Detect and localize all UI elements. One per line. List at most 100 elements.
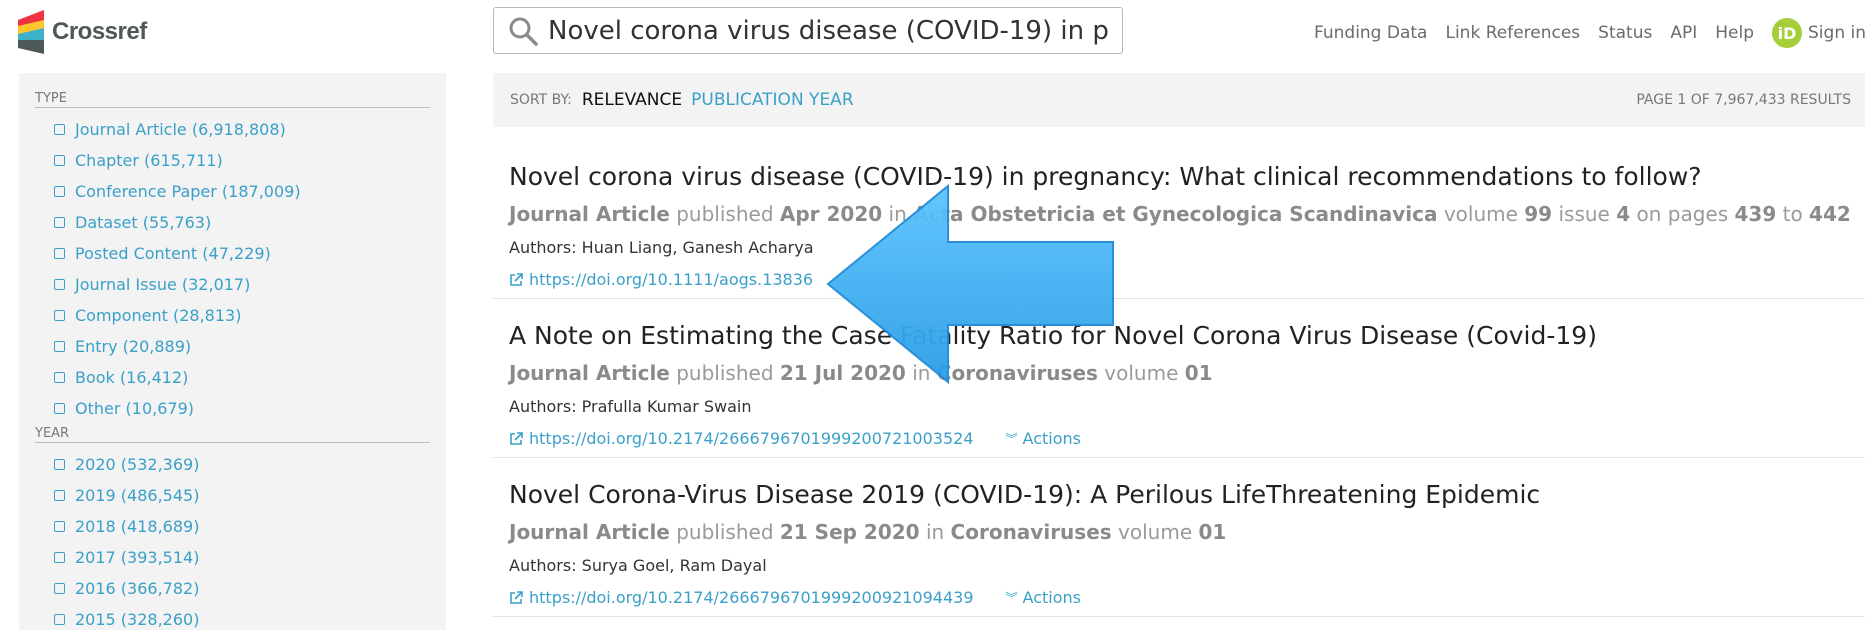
result-volume: 01: [1198, 520, 1227, 544]
result-issue: 4: [1616, 202, 1631, 226]
nav-link-funding-data[interactable]: Funding Data: [1314, 23, 1427, 43]
meta-word: volume: [1104, 361, 1179, 385]
facet-item-other[interactable]: Other (10,679): [35, 393, 430, 424]
checkbox-icon[interactable]: [54, 614, 65, 625]
facet-label: Journal Article (6,918,808): [75, 120, 286, 139]
search-icon: [509, 17, 538, 46]
checkbox-icon[interactable]: [54, 459, 65, 470]
result-type: Journal Article: [509, 520, 670, 544]
results-list: Novel corona virus disease (COVID-19) in…: [493, 140, 1865, 617]
checkbox-icon[interactable]: [54, 279, 65, 290]
result-authors: Authors: Prafulla Kumar Swain: [509, 397, 752, 416]
result-date: 21 Sep 2020: [779, 520, 920, 544]
checkbox-icon[interactable]: [54, 217, 65, 228]
facet-label: 2017 (393,514): [75, 548, 200, 567]
actions-toggle[interactable]: ︾ Actions: [1006, 588, 1081, 608]
facet-item-chapter[interactable]: Chapter (615,711): [35, 145, 430, 176]
facet-item-year-2015[interactable]: 2015 (328,260): [35, 604, 430, 630]
search-box[interactable]: [493, 7, 1123, 54]
checkbox-icon[interactable]: [54, 372, 65, 383]
search-input[interactable]: [548, 15, 1108, 46]
result-title[interactable]: Novel corona virus disease (COVID-19) in…: [509, 140, 1865, 194]
facet-item-entry[interactable]: Entry (20,889): [35, 331, 430, 362]
result-meta: Journal Article published 21 Sep 2020 in…: [509, 518, 1865, 546]
meta-word: issue: [1558, 202, 1610, 226]
checkbox-icon[interactable]: [54, 186, 65, 197]
result-volume: 99: [1524, 202, 1553, 226]
result-links: https://doi.org/10.2174/2666796701999200…: [509, 429, 1865, 449]
checkbox-icon[interactable]: [54, 341, 65, 352]
checkbox-icon[interactable]: [54, 521, 65, 532]
crossref-logo-icon: [18, 10, 44, 54]
meta-word: in: [912, 361, 931, 385]
checkbox-icon[interactable]: [54, 403, 65, 414]
result-journal: Coronaviruses: [936, 361, 1098, 385]
result-type: Journal Article: [509, 202, 670, 226]
checkbox-icon[interactable]: [54, 124, 65, 135]
result-type: Journal Article: [509, 361, 670, 385]
facet-item-dataset[interactable]: Dataset (55,763): [35, 207, 430, 238]
facet-item-year-2020[interactable]: 2020 (532,369): [35, 449, 430, 480]
result-item: Novel Corona-Virus Disease 2019 (COVID-1…: [493, 458, 1865, 617]
facet-item-component[interactable]: Component (28,813): [35, 300, 430, 331]
nav-link-link-references[interactable]: Link References: [1445, 23, 1580, 43]
facet-sidebar: TYPE Journal Article (6,918,808) Chapter…: [19, 73, 446, 630]
checkbox-icon[interactable]: [54, 552, 65, 563]
result-page-end: 442: [1809, 202, 1851, 226]
facet-item-book[interactable]: Book (16,412): [35, 362, 430, 393]
doi-link-text: https://doi.org/10.1111/aogs.13836: [529, 270, 814, 289]
result-authors: Authors: Surya Goel, Ram Dayal: [509, 556, 767, 575]
result-date: 21 Jul 2020: [779, 361, 906, 385]
meta-word: to: [1782, 202, 1803, 226]
facet-item-year-2016[interactable]: 2016 (366,782): [35, 573, 430, 604]
doi-link[interactable]: https://doi.org/10.2174/2666796701999200…: [509, 588, 974, 608]
facet-item-conference-paper[interactable]: Conference Paper (187,009): [35, 176, 430, 207]
meta-word: published: [676, 520, 774, 544]
checkbox-icon[interactable]: [54, 310, 65, 321]
nav-link-status[interactable]: Status: [1598, 23, 1652, 43]
facet-item-year-2018[interactable]: 2018 (418,689): [35, 511, 430, 542]
result-journal: Coronaviruses: [950, 520, 1112, 544]
result-links: https://doi.org/10.1111/aogs.13836: [509, 270, 1865, 290]
result-meta: Journal Article published 21 Jul 2020 in…: [509, 359, 1865, 387]
result-title[interactable]: Novel Corona-Virus Disease 2019 (COVID-1…: [509, 458, 1865, 512]
checkbox-icon[interactable]: [54, 583, 65, 594]
checkbox-icon[interactable]: [54, 248, 65, 259]
doi-link-text: https://doi.org/10.2174/2666796701999200…: [529, 588, 974, 607]
facet-label: Chapter (615,711): [75, 151, 223, 170]
nav-link-help[interactable]: Help: [1715, 23, 1754, 43]
facet-item-year-2019[interactable]: 2019 (486,545): [35, 480, 430, 511]
result-page-start: 439: [1734, 202, 1777, 226]
sign-in-link[interactable]: Sign in: [1808, 23, 1866, 43]
sort-bar: SORT BY: RELEVANCE PUBLICATION YEAR PAGE…: [493, 73, 1865, 127]
sort-relevance-option[interactable]: RELEVANCE: [582, 90, 682, 110]
result-title[interactable]: A Note on Estimating the Case Fatality R…: [509, 299, 1865, 353]
sort-publication-year-option[interactable]: PUBLICATION YEAR: [691, 90, 854, 110]
doi-link[interactable]: https://doi.org/10.1111/aogs.13836: [509, 270, 813, 290]
meta-word: published: [676, 202, 774, 226]
crossref-logo[interactable]: Crossref: [18, 8, 147, 56]
facet-label: Book (16,412): [75, 368, 189, 387]
actions-toggle[interactable]: ︾ Actions: [1006, 429, 1081, 449]
result-date: Apr 2020: [779, 202, 883, 226]
facet-label: Dataset (55,763): [75, 213, 212, 232]
checkbox-icon[interactable]: [54, 155, 65, 166]
doi-link[interactable]: https://doi.org/10.2174/2666796701999200…: [509, 429, 974, 449]
orcid-icon[interactable]: iD: [1772, 18, 1803, 48]
result-links: https://doi.org/10.2174/2666796701999200…: [509, 588, 1865, 608]
facet-label: 2016 (366,782): [75, 579, 200, 598]
external-link-icon: [510, 273, 523, 286]
facet-item-journal-article[interactable]: Journal Article (6,918,808): [35, 114, 430, 145]
facet-item-journal-issue[interactable]: Journal Issue (32,017): [35, 269, 430, 300]
facet-label: 2015 (328,260): [75, 610, 200, 629]
nav-link-api[interactable]: API: [1670, 23, 1697, 43]
facet-item-year-2017[interactable]: 2017 (393,514): [35, 542, 430, 573]
result-item: Novel corona virus disease (COVID-19) in…: [493, 140, 1865, 299]
meta-word: in: [925, 520, 945, 544]
meta-word: volume: [1443, 202, 1518, 226]
checkbox-icon[interactable]: [54, 490, 65, 501]
top-navigation: Funding Data Link References Status API …: [1296, 18, 1866, 48]
external-link-icon: [510, 432, 523, 445]
facet-item-posted-content[interactable]: Posted Content (47,229): [35, 238, 430, 269]
doi-link-text: https://doi.org/10.2174/2666796701999200…: [529, 429, 974, 448]
